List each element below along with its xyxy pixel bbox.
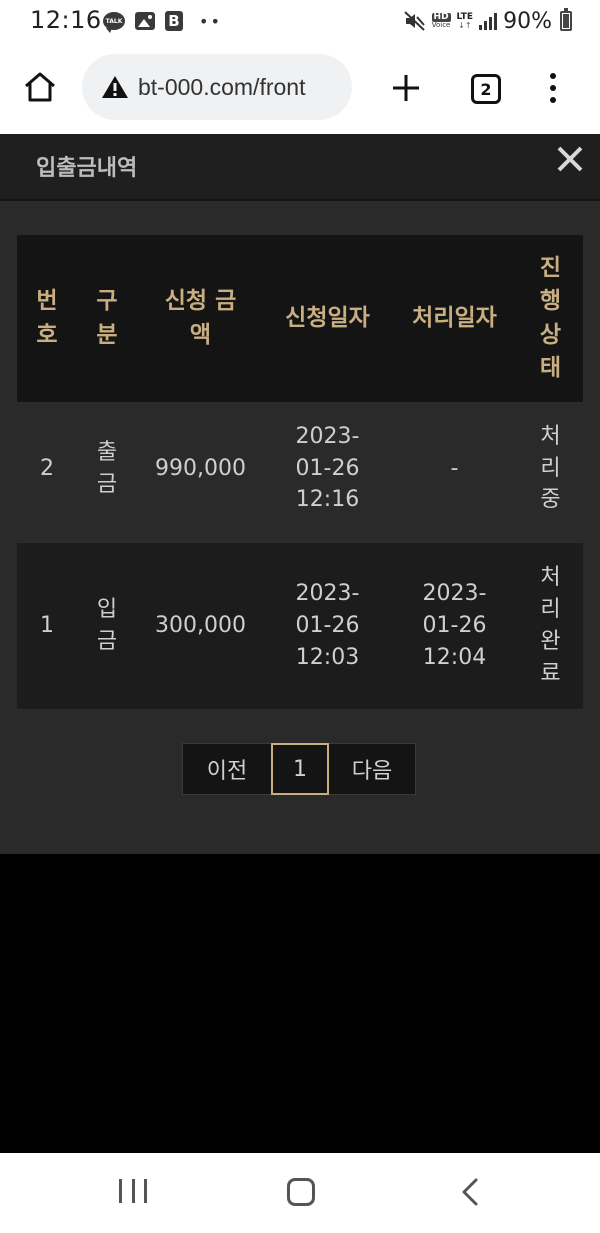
address-bar[interactable]: bt-000.com/front (82, 54, 352, 120)
cell-text: 1 (40, 613, 54, 639)
plus-icon (393, 75, 419, 101)
close-icon (557, 146, 583, 172)
row-process-date: - (391, 402, 518, 535)
cell-text: 출 금 (96, 439, 118, 497)
warning-icon (100, 72, 130, 102)
header-status-label: 진 행 상 태 (539, 254, 562, 381)
home-icon (25, 72, 55, 102)
header-number-label: 번 호 (36, 288, 58, 348)
b-app-icon: B (165, 11, 183, 31)
modal-title: 입출금내역 (36, 156, 138, 181)
row-divider (17, 535, 583, 543)
menu-dot-icon (550, 73, 556, 79)
signal-icon (479, 12, 498, 30)
browser-menu-button[interactable] (541, 68, 565, 108)
cell-text: 2 (40, 455, 54, 481)
status-bar: 12:16 TALK B •• HD Voice LTE ↓↑ 90% (0, 0, 600, 42)
recent-apps-icon (119, 1179, 122, 1203)
system-icons: HD Voice LTE ↓↑ 90% (403, 7, 572, 35)
header-status: 진 행 상 태 (518, 235, 583, 402)
back-icon (462, 1178, 478, 1206)
row-request-date: 2023- 01-26 12:16 (264, 402, 391, 535)
cell-text: 2023- 01-26 12:03 (295, 581, 360, 670)
more-notifications-icon: •• (199, 11, 222, 31)
table-row: 1 입 금 300,000 2023- 01-26 12:03 2023- 01… (17, 543, 583, 709)
row-process-date: 2023- 01-26 12:04 (391, 543, 518, 709)
header-number: 번 호 (17, 235, 77, 402)
modal-header: 입출금내역 (0, 134, 600, 201)
tab-switcher-button[interactable]: 2 (471, 74, 501, 104)
current-page-button[interactable]: 1 (271, 743, 329, 795)
menu-dot-icon (550, 97, 556, 103)
cell-text: 2023- 01-26 12:16 (295, 423, 360, 513)
header-process-date: 처리일자 (391, 235, 518, 402)
kakaotalk-icon: TALK (103, 12, 125, 33)
home-button[interactable] (20, 67, 60, 107)
system-home-button[interactable] (287, 1178, 315, 1206)
battery-icon (560, 8, 572, 31)
battery-percent: 90% (503, 8, 552, 34)
pagination: 이전 1 다음 (182, 743, 416, 795)
next-page-button[interactable]: 다음 (329, 744, 415, 794)
row-request-date: 2023- 01-26 12:03 (264, 543, 391, 709)
header-type-label: 구 분 (96, 288, 118, 348)
lte-icon: LTE ↓↑ (457, 12, 474, 30)
header-request-date: 신청일자 (264, 235, 391, 402)
recent-apps-icon (144, 1179, 147, 1203)
row-amount: 990,000 (137, 402, 264, 535)
header-process-date-label: 처리일자 (412, 304, 497, 331)
row-amount: 300,000 (137, 543, 264, 709)
url-text: bt-000.com/front (138, 73, 306, 100)
recent-apps-button[interactable] (119, 1179, 147, 1205)
row-number: 2 (17, 402, 77, 535)
row-status: 처 리 중 (518, 402, 583, 535)
cell-text: 2023- 01-26 12:04 (422, 581, 487, 670)
header-type: 구 분 (77, 235, 137, 402)
cell-text: - (450, 455, 459, 481)
table-row: 2 출 금 990,000 2023- 01-26 12:16 - 처 리 중 (17, 402, 583, 535)
row-type: 출 금 (77, 402, 137, 535)
cell-text: 990,000 (155, 455, 246, 481)
header-request-date-label: 신청일자 (285, 304, 370, 331)
voice-label: Voice (431, 21, 451, 29)
header-amount-label: 신청 금 액 (164, 288, 237, 348)
cell-text: 처 리 중 (540, 423, 561, 513)
cell-text: 300,000 (155, 613, 246, 639)
prev-page-button[interactable]: 이전 (183, 744, 271, 794)
status-time: 12:16 (30, 6, 102, 34)
system-navigation-bar (0, 1153, 600, 1233)
recent-apps-icon (131, 1179, 135, 1203)
cell-text: 입 금 (96, 597, 118, 654)
gallery-icon (135, 12, 155, 30)
history-table: 번 호 구 분 신청 금 액 신청일자 처리일자 진 행 상 태 2 출 금 9… (17, 235, 583, 709)
menu-dot-icon (550, 85, 556, 91)
row-status: 처 리 완 료 (518, 543, 583, 709)
notification-icons: TALK B •• (103, 9, 222, 33)
deposit-withdrawal-history-modal: 입출금내역 번 호 구 분 신청 금 액 신청일자 처리일자 진 행 상 태 2… (0, 134, 600, 854)
hd-voice-icon: HD Voice (431, 13, 451, 29)
new-tab-button[interactable] (386, 68, 426, 108)
close-button[interactable] (554, 144, 586, 176)
cell-text: 처 리 완 료 (540, 565, 561, 686)
table-header: 번 호 구 분 신청 금 액 신청일자 처리일자 진 행 상 태 (17, 235, 583, 402)
header-amount: 신청 금 액 (137, 235, 264, 402)
mute-icon (403, 11, 425, 31)
browser-toolbar: bt-000.com/front 2 (0, 42, 600, 134)
data-arrows-icon: ↓↑ (458, 20, 472, 30)
row-number: 1 (17, 543, 77, 709)
row-type: 입 금 (77, 543, 137, 709)
back-button[interactable] (458, 1175, 482, 1209)
